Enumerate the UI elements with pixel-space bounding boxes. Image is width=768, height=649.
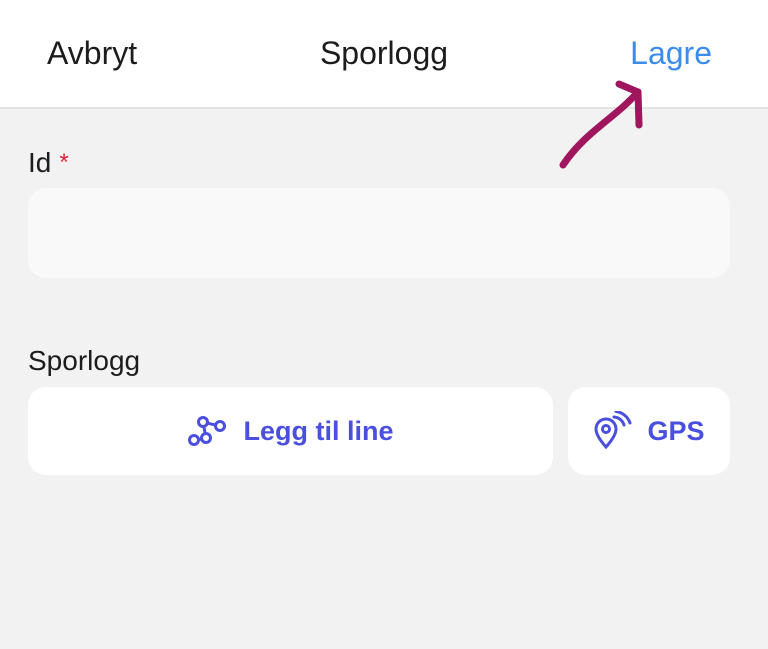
gps-label: GPS: [647, 415, 705, 446]
id-label-text: Id: [28, 147, 52, 178]
save-button[interactable]: Lagre: [630, 33, 712, 73]
tracklog-section-label: Sporlogg: [28, 345, 141, 376]
add-line-button[interactable]: Legg til line: [28, 387, 553, 475]
location-signal-icon: [593, 411, 633, 451]
add-line-label: Legg til line: [243, 415, 394, 446]
polyline-nodes-icon: [187, 415, 229, 447]
annotation-arrow: [559, 80, 643, 169]
required-marker: *: [59, 149, 69, 176]
id-field-label: Id *: [28, 146, 69, 180]
id-input[interactable]: [28, 188, 730, 278]
gps-button[interactable]: GPS: [568, 387, 730, 475]
